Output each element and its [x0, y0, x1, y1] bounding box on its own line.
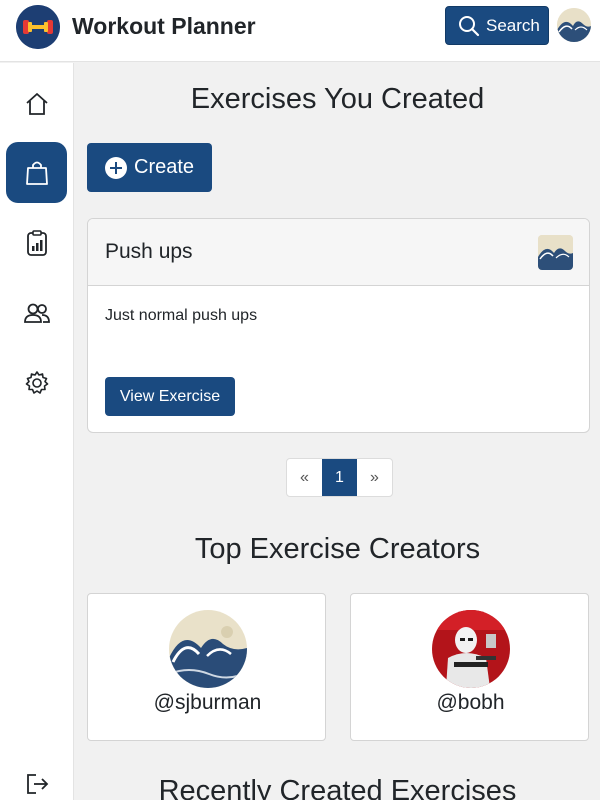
- sidebar-item-logout[interactable]: [6, 753, 67, 800]
- clipboard-chart-icon: [26, 229, 47, 256]
- create-button-label: Create: [134, 156, 195, 178]
- wave-art-avatar-image: [557, 8, 591, 42]
- gear-icon: [25, 370, 48, 394]
- exercise-creator-thumbnail: [538, 235, 573, 270]
- app-logo[interactable]: [16, 5, 60, 49]
- main-content: Exercises You Created Create Push ups Ju…: [75, 63, 600, 800]
- pagination: « 1 »: [286, 458, 393, 497]
- sidebar-item-home[interactable]: [6, 73, 67, 134]
- people-icon: [23, 303, 50, 323]
- view-exercise-button[interactable]: View Exercise: [105, 377, 235, 416]
- sidebar-item-exercises[interactable]: [6, 142, 67, 203]
- section-title-creators: Top Exercise Creators: [194, 533, 481, 565]
- exercise-description: Just normal push ups: [105, 307, 258, 324]
- pagination-prev[interactable]: «: [287, 459, 322, 496]
- pagination-next[interactable]: »: [357, 459, 392, 496]
- user-avatar[interactable]: [557, 8, 591, 42]
- creator-card[interactable]: @bobh: [350, 593, 589, 741]
- search-button-label: Search: [486, 15, 540, 35]
- stormtrooper-avatar-image: [432, 610, 510, 688]
- creator-avatar: [169, 610, 247, 688]
- creator-username: @sjburman: [153, 691, 262, 714]
- pagination-page-current[interactable]: 1: [322, 459, 357, 496]
- shopping-bag-icon: [25, 161, 48, 185]
- home-icon: [25, 92, 48, 115]
- section-title-recent: Recently Created Exercises: [158, 775, 517, 800]
- section-title-created: Exercises You Created: [190, 83, 485, 115]
- dumbbell-icon: [16, 5, 60, 49]
- create-exercise-button[interactable]: Create: [87, 143, 212, 192]
- creator-username: @bobh: [436, 691, 505, 714]
- app-title[interactable]: Workout Planner: [72, 13, 256, 40]
- search-button[interactable]: Search: [445, 6, 549, 45]
- exercise-card-header: Push ups: [88, 219, 589, 286]
- sidebar: [0, 63, 74, 800]
- wave-art-avatar-image: [169, 610, 247, 688]
- top-header: Workout Planner Search: [0, 0, 600, 62]
- exercise-title: Push ups: [105, 240, 193, 263]
- creator-card[interactable]: @sjburman: [87, 593, 326, 741]
- wave-art-thumbnail-image: [538, 235, 573, 270]
- sidebar-item-community[interactable]: [6, 282, 67, 343]
- sidebar-item-workouts[interactable]: [6, 212, 67, 273]
- search-icon: [459, 15, 480, 36]
- plus-circle-icon: [105, 156, 127, 179]
- logout-icon: [26, 773, 48, 794]
- creator-avatar: [432, 610, 510, 688]
- exercise-card: Push ups Just normal push ups View Exerc…: [87, 218, 590, 433]
- sidebar-item-settings[interactable]: [6, 352, 67, 413]
